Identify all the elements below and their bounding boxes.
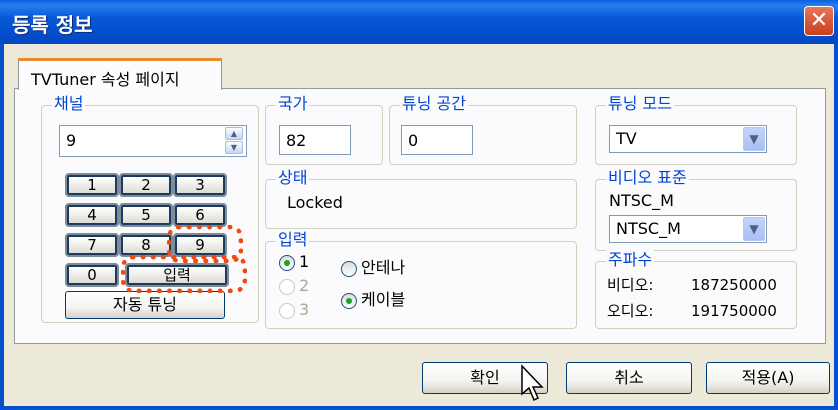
country-input[interactable]: 82 (279, 125, 351, 155)
video-freq-value: 187250000 (691, 276, 777, 294)
tab-label: TVTuner 속성 페이지 (31, 70, 180, 89)
video-freq-label: 비디오: (607, 276, 654, 294)
input-3-label: 3 (299, 300, 310, 319)
keypad-8[interactable]: 8 (119, 233, 173, 257)
country-value: 82 (286, 131, 307, 150)
cancel-button[interactable]: 취소 (566, 362, 692, 394)
country-legend: 국가 (276, 94, 310, 114)
antenna-radio[interactable] (341, 261, 357, 277)
keypad-1[interactable]: 1 (65, 173, 119, 197)
input-2-label: 2 (299, 276, 310, 295)
spin-down-icon[interactable]: ▼ (225, 141, 243, 154)
tuning-mode-legend: 튜닝 모드 (606, 94, 674, 114)
channel-value: 9 (66, 131, 77, 150)
keypad-6[interactable]: 6 (173, 203, 227, 227)
keypad-0[interactable]: 0 (65, 263, 119, 287)
status-legend: 상태 (276, 168, 310, 188)
audio-freq-label: 오디오: (607, 302, 654, 320)
apply-button[interactable]: 적용(A) (706, 362, 830, 394)
tuning-space-legend: 튜닝 공간 (400, 94, 468, 114)
input-group: 입력 (265, 230, 577, 329)
radio-selected-dot (284, 260, 290, 266)
channel-input[interactable]: 9 (59, 125, 247, 157)
channel-spinner[interactable]: ▲ ▼ (225, 127, 243, 155)
auto-tune-button[interactable]: 자동 튜닝 (65, 291, 225, 319)
input-legend: 입력 (276, 230, 310, 250)
properties-dialog: 등록 정보 ✕ TVTuner 속성 페이지 채널 9 ▲ ▼ 1 2 3 4 … (0, 0, 838, 410)
tab-panel: 채널 9 ▲ ▼ 1 2 3 4 5 6 7 8 9 0 입력 자동 튜닝 국가… (14, 88, 826, 344)
antenna-label: 안테나 (361, 258, 406, 277)
window-title: 등록 정보 (12, 13, 93, 37)
title-bar[interactable]: 등록 정보 ✕ (0, 0, 838, 44)
close-icon: ✕ (809, 8, 829, 33)
window-border-left (0, 44, 4, 410)
audio-freq-value: 191750000 (691, 302, 777, 320)
status-value: Locked (287, 193, 343, 212)
keypad-3[interactable]: 3 (173, 173, 227, 197)
chevron-down-icon[interactable]: ▼ (743, 127, 765, 151)
keypad-4[interactable]: 4 (65, 203, 119, 227)
spin-up-icon[interactable]: ▲ (225, 127, 243, 140)
chevron-down-icon[interactable]: ▼ (743, 217, 765, 241)
keypad-5[interactable]: 5 (119, 203, 173, 227)
highlight-enter-button (121, 255, 247, 293)
input-3-radio (279, 303, 295, 319)
tuning-mode-select[interactable]: TV ▼ (609, 125, 767, 153)
keypad-2[interactable]: 2 (119, 173, 173, 197)
video-standard-select[interactable]: NTSC_M ▼ (609, 215, 767, 243)
input-1-radio[interactable] (279, 255, 295, 271)
channel-legend: 채널 (52, 94, 86, 114)
video-standard-value: NTSC_M (616, 219, 681, 238)
input-1-label: 1 (299, 252, 310, 271)
keypad-7[interactable]: 7 (65, 233, 119, 257)
tuning-space-input[interactable]: 0 (401, 125, 473, 155)
frequency-legend: 주파수 (606, 250, 655, 270)
tuning-space-value: 0 (408, 131, 419, 150)
input-2-radio (279, 279, 295, 295)
mouse-pointer-icon (521, 364, 544, 402)
video-standard-legend: 비디오 표준 (606, 168, 689, 188)
close-button[interactable]: ✕ (804, 6, 834, 36)
cable-radio[interactable] (341, 293, 357, 309)
tuning-mode-value: TV (616, 129, 637, 148)
radio-selected-dot (346, 298, 352, 304)
window-border-bottom (0, 406, 838, 410)
video-standard-current: NTSC_M (609, 191, 674, 210)
cable-label: 케이블 (361, 290, 406, 309)
tab-tvtuner-properties[interactable]: TVTuner 속성 페이지 (18, 58, 222, 90)
window-border-right (834, 44, 838, 410)
